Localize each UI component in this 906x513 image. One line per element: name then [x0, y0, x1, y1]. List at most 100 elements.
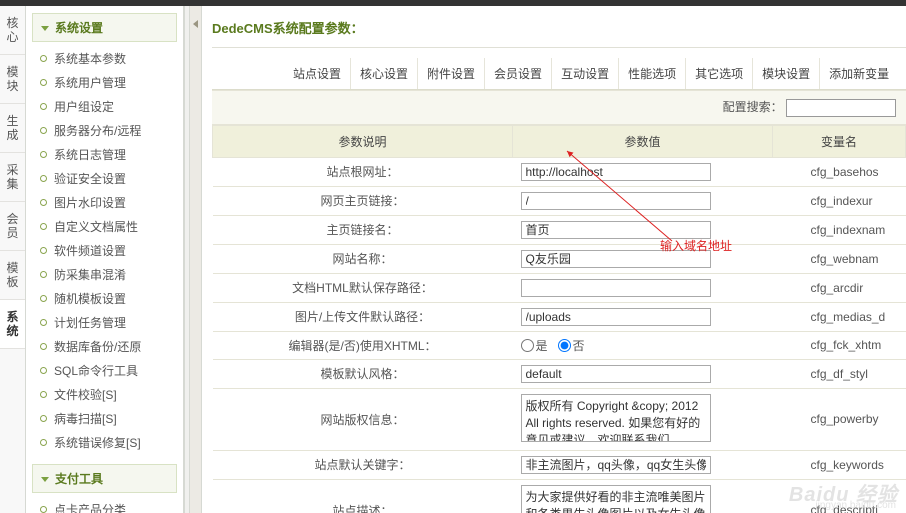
table-row: 文档HTML默认保存路径：cfg_arcdir [213, 273, 906, 302]
menu-item[interactable]: 系统用户管理 [26, 71, 183, 95]
param-value-cell [513, 450, 773, 479]
menu-item[interactable]: 病毒扫描[S] [26, 407, 183, 431]
menu-item[interactable]: 系统日志管理 [26, 143, 183, 167]
tab-0[interactable]: 站点设置 [284, 58, 351, 89]
param-input[interactable] [521, 221, 711, 239]
menu-item[interactable]: 软件频道设置 [26, 239, 183, 263]
col-var: 变量名 [773, 125, 906, 157]
menu-item[interactable]: 随机模板设置 [26, 287, 183, 311]
tab-bar: 站点设置核心设置附件设置会员设置互动设置性能选项其它选项模块设置添加新变量 [212, 48, 906, 90]
left-tab-5[interactable]: 模板 [0, 251, 25, 300]
param-value-cell [513, 157, 773, 186]
param-var: cfg_webnam [773, 244, 906, 273]
param-value-cell [513, 273, 773, 302]
param-value-cell [513, 479, 773, 513]
param-input[interactable] [521, 192, 711, 210]
radio-no-label: 否 [573, 339, 585, 353]
param-value-cell [513, 302, 773, 331]
menu-item[interactable]: SQL命令行工具 [26, 359, 183, 383]
chevron-down-icon [41, 26, 49, 31]
param-value-cell [513, 215, 773, 244]
param-input[interactable] [521, 163, 711, 181]
table-row: 主页链接名：cfg_indexnam [213, 215, 906, 244]
menu-item[interactable]: 验证安全设置 [26, 167, 183, 191]
left-tab-3[interactable]: 采集 [0, 153, 25, 202]
param-desc: 图片/上传文件默认路径： [213, 302, 513, 331]
table-row: 编辑器(是/否)使用XHTML：是否cfg_fck_xhtm [213, 331, 906, 359]
splitter-handle[interactable] [190, 6, 202, 513]
tab-6[interactable]: 其它选项 [686, 58, 753, 89]
left-tab-1[interactable]: 模块 [0, 55, 25, 104]
param-var: cfg_keywords [773, 450, 906, 479]
menu-item[interactable]: 用户组设定 [26, 95, 183, 119]
menu-item[interactable]: 服务器分布/远程 [26, 119, 183, 143]
menu-item[interactable]: 系统错误修复[S] [26, 431, 183, 455]
tab-8[interactable]: 添加新变量 [820, 58, 898, 89]
left-tab-strip: 核心模块生成采集会员模板系统 [0, 6, 26, 513]
config-search-row: 配置搜索： [212, 90, 906, 125]
radio-no[interactable] [558, 339, 571, 352]
config-table: 参数说明 参数值 变量名 站点根网址：cfg_basehos网页主页链接：cfg… [212, 125, 906, 513]
param-desc: 站点默认关键字： [213, 450, 513, 479]
left-tab-0[interactable]: 核心 [0, 6, 25, 55]
table-row: 网站版权信息： cfg_powerby [213, 388, 906, 450]
param-desc: 编辑器(是/否)使用XHTML： [213, 331, 513, 359]
left-tab-6[interactable]: 系统 [0, 300, 25, 349]
param-input[interactable] [521, 250, 711, 268]
param-var: cfg_indexnam [773, 215, 906, 244]
menu-item[interactable]: 数据库备份/还原 [26, 335, 183, 359]
menu-item[interactable]: 系统基本参数 [26, 47, 183, 71]
param-desc: 网页主页链接： [213, 186, 513, 215]
menu-item[interactable]: 文件校验[S] [26, 383, 183, 407]
table-row: 模板默认风格： cfg_df_styl [213, 359, 906, 388]
menu-group-payment[interactable]: 支付工具 [32, 464, 177, 493]
param-input[interactable] [521, 279, 711, 297]
tab-2[interactable]: 附件设置 [418, 58, 485, 89]
param-desc: 站点描述： [213, 479, 513, 513]
param-value-cell [513, 244, 773, 273]
tab-5[interactable]: 性能选项 [619, 58, 686, 89]
param-value-cell [513, 388, 773, 450]
table-row: 图片/上传文件默认路径：cfg_medias_d [213, 302, 906, 331]
tab-3[interactable]: 会员设置 [485, 58, 552, 89]
col-val: 参数值 [513, 125, 773, 157]
param-desc: 网站版权信息： [213, 388, 513, 450]
menu-item[interactable]: 自定义文档属性 [26, 215, 183, 239]
param-var: cfg_df_styl [773, 359, 906, 388]
param-var: cfg_powerby [773, 388, 906, 450]
left-tab-4[interactable]: 会员 [0, 202, 25, 251]
menu-group-system[interactable]: 系统设置 [32, 13, 177, 42]
menu-group-label: 支付工具 [55, 472, 103, 486]
radio-group: 是否 [521, 338, 595, 352]
param-desc: 模板默认风格： [213, 359, 513, 388]
param-var: cfg_basehos [773, 157, 906, 186]
param-textarea[interactable] [521, 485, 711, 513]
menu-item[interactable]: 图片水印设置 [26, 191, 183, 215]
param-textarea[interactable] [521, 394, 711, 442]
param-value-cell [513, 186, 773, 215]
menu-item[interactable]: 防采集串混淆 [26, 263, 183, 287]
param-value-cell [513, 359, 773, 388]
config-search-input[interactable] [786, 99, 896, 117]
chevron-down-icon [41, 477, 49, 482]
param-var: cfg_indexur [773, 186, 906, 215]
table-row: 网站名称：cfg_webnam [213, 244, 906, 273]
tab-1[interactable]: 核心设置 [351, 58, 418, 89]
menu-item[interactable]: 点卡产品分类 [26, 498, 183, 513]
table-row: 站点默认关键字： cfg_keywords [213, 450, 906, 479]
param-input[interactable] [521, 456, 711, 474]
tab-4[interactable]: 互动设置 [552, 58, 619, 89]
table-row: 网页主页链接： cfg_indexur [213, 186, 906, 215]
param-var: cfg_fck_xhtm [773, 331, 906, 359]
radio-yes-label: 是 [536, 339, 548, 353]
param-input[interactable] [521, 308, 711, 326]
left-tab-2[interactable]: 生成 [0, 104, 25, 153]
menu-group-label: 系统设置 [55, 21, 103, 35]
menu-item[interactable]: 计划任务管理 [26, 311, 183, 335]
watermark-sub: jingyan.baidu.com [815, 500, 896, 511]
param-desc: 文档HTML默认保存路径： [213, 273, 513, 302]
tab-7[interactable]: 模块设置 [753, 58, 820, 89]
table-row: 站点根网址：cfg_basehos [213, 157, 906, 186]
param-input[interactable] [521, 365, 711, 383]
radio-yes[interactable] [521, 339, 534, 352]
